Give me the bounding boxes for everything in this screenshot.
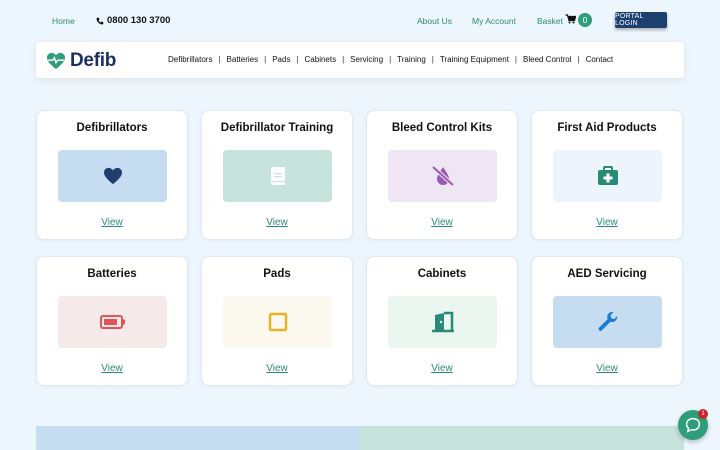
card-title: Pads (263, 268, 291, 280)
category-card-defibrillators[interactable]: Defibrillators View (36, 110, 188, 240)
nav-item-cabinets[interactable]: Cabinets (305, 55, 337, 64)
view-link[interactable]: View (37, 363, 187, 374)
card-image-tile[interactable] (223, 296, 332, 348)
first-aid-kit-icon (597, 166, 618, 185)
card-image-tile[interactable] (58, 296, 167, 348)
nav-separator: | (577, 55, 580, 64)
view-link[interactable]: View (202, 363, 352, 374)
category-card-defibrillator-training[interactable]: Defibrillator Training View (201, 110, 353, 240)
battery-icon (99, 315, 125, 329)
nav-separator: | (296, 55, 299, 64)
heart-icon (103, 167, 122, 185)
nav-separator: | (218, 55, 221, 64)
nav-menu: Defibrillators | Batteries | Pads | Cabinet… (168, 55, 613, 64)
phone-number: 0800 130 3700 (107, 15, 171, 26)
top-bar: Home 0800 130 3700 About Us My Account B… (0, 0, 720, 40)
my-account-link[interactable]: My Account (472, 16, 516, 26)
cart-icon[interactable] (565, 14, 577, 26)
category-card-batteries[interactable]: Batteries View (36, 256, 188, 386)
chat-notification-badge: 1 (698, 409, 708, 419)
portal-login-button[interactable]: PORTAL LOGIN (615, 12, 667, 28)
chat-bubble-icon (685, 417, 701, 433)
category-card-bleed-control-kits[interactable]: Bleed Control Kits View (366, 110, 518, 240)
home-link[interactable]: Home (52, 16, 75, 26)
view-link[interactable]: View (532, 217, 682, 228)
view-link[interactable]: View (532, 363, 682, 374)
nav-separator: | (514, 55, 517, 64)
card-title: AED Servicing (567, 268, 647, 280)
nav-separator: | (264, 55, 267, 64)
basket-link[interactable]: Basket (537, 16, 563, 26)
nav-item-training[interactable]: Training (397, 55, 426, 64)
nav-separator: | (431, 55, 434, 64)
view-link[interactable]: View (37, 217, 187, 228)
nav-item-training-equipment[interactable]: Training Equipment (440, 55, 509, 64)
no-bleed-icon (431, 165, 454, 187)
book-icon (270, 167, 285, 185)
phone-link[interactable]: 0800 130 3700 (96, 15, 170, 26)
main-navbar: Defib Defibrillators | Batteries | Pads | C… (36, 42, 684, 78)
brand-name: Defib (70, 50, 117, 71)
basket-count-badge: 0 (578, 13, 592, 27)
card-title: Batteries (87, 268, 137, 280)
nav-separator: | (389, 55, 392, 64)
promo-banner-right (360, 426, 684, 450)
category-card-cabinets[interactable]: Cabinets View (366, 256, 518, 386)
nav-item-defibrillators[interactable]: Defibrillators (168, 55, 212, 64)
nav-item-contact[interactable]: Contact (586, 55, 614, 64)
nav-item-servicing[interactable]: Servicing (350, 55, 383, 64)
door-open-icon (431, 311, 454, 333)
card-image-tile[interactable] (223, 150, 332, 202)
category-card-first-aid-products[interactable]: First Aid Products View (531, 110, 683, 240)
square-icon (268, 312, 287, 332)
card-image-tile[interactable] (388, 296, 497, 348)
view-link[interactable]: View (367, 217, 517, 228)
logo[interactable]: Defib (46, 50, 116, 72)
nav-item-bleed-control[interactable]: Bleed Control (523, 55, 571, 64)
view-link[interactable]: View (367, 363, 517, 374)
about-us-link[interactable]: About Us (417, 16, 452, 26)
card-title: First Aid Products (557, 122, 657, 134)
card-image-tile[interactable] (388, 150, 497, 202)
nav-separator: | (342, 55, 345, 64)
view-link[interactable]: View (202, 217, 352, 228)
card-title: Cabinets (417, 268, 467, 280)
wrench-icon (598, 311, 617, 331)
promo-banner-left (36, 426, 360, 450)
nav-item-pads[interactable]: Pads (272, 55, 290, 64)
category-card-aed-servicing[interactable]: AED Servicing View (531, 256, 683, 386)
card-title: Defibrillator Training (220, 122, 334, 134)
heart-pulse-icon (47, 52, 65, 70)
card-image-tile[interactable] (553, 150, 662, 202)
nav-item-batteries[interactable]: Batteries (227, 55, 259, 64)
card-title: Defibrillators (76, 122, 148, 134)
card-image-tile[interactable] (553, 296, 662, 348)
phone-icon (96, 17, 104, 24)
category-card-pads[interactable]: Pads View (201, 256, 353, 386)
card-title: Bleed Control Kits (391, 122, 493, 134)
card-image-tile[interactable] (58, 150, 167, 202)
